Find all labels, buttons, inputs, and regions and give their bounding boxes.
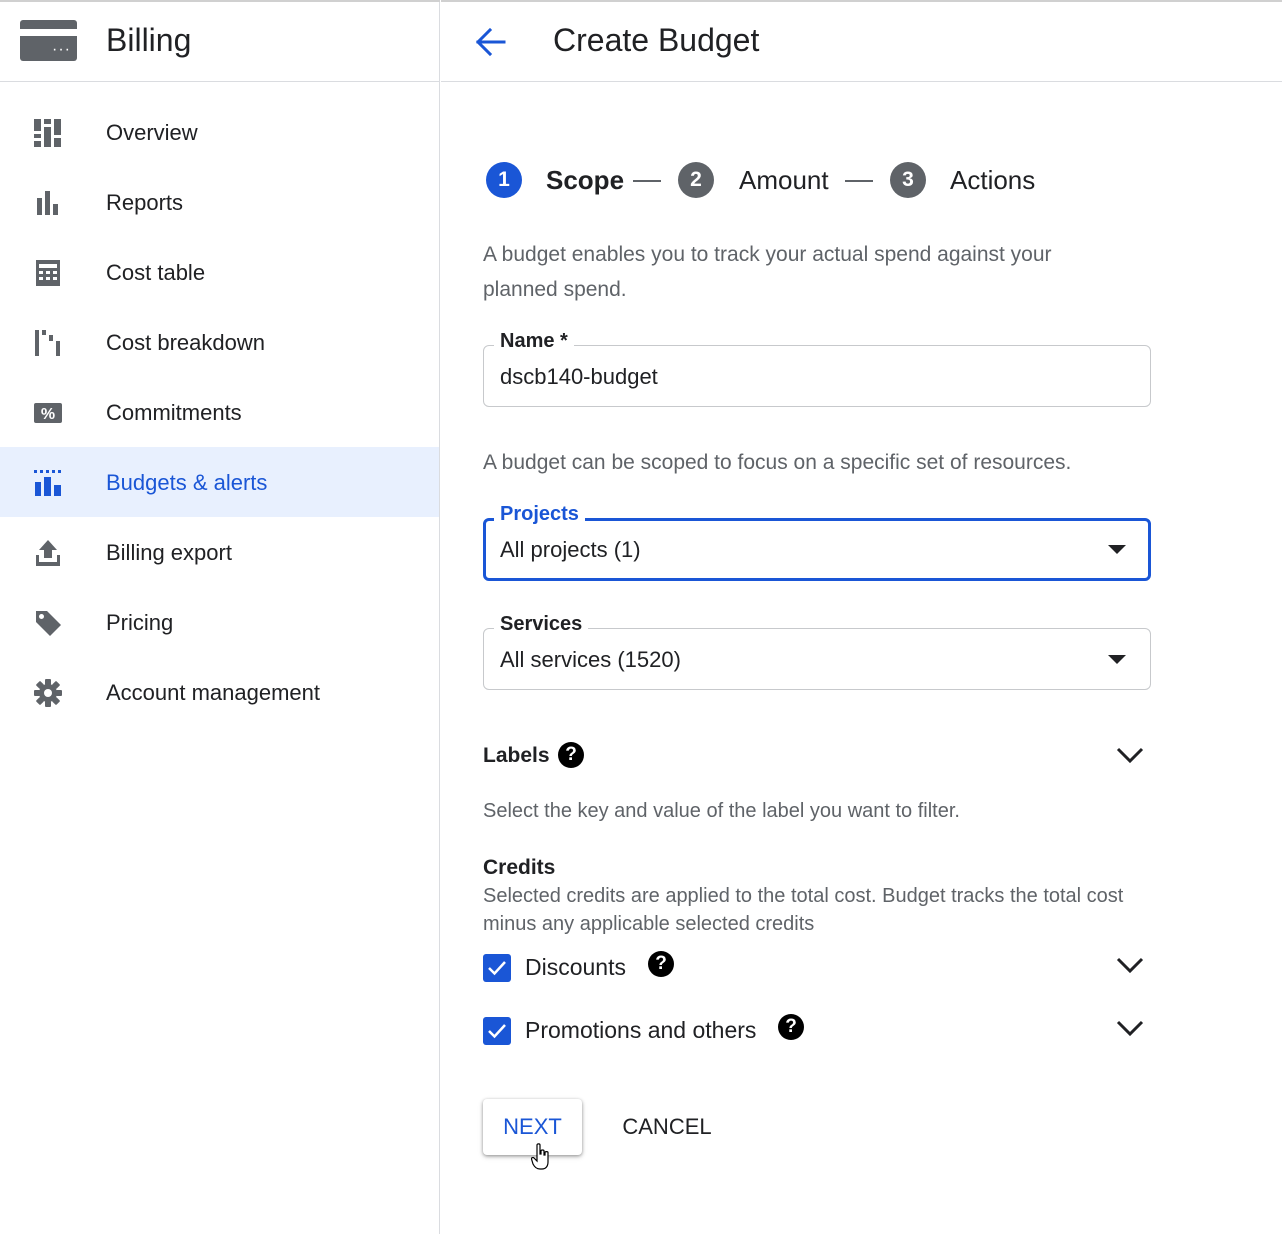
- projects-select-value: All projects (1): [500, 537, 641, 562]
- sidebar-header: ··· Billing: [0, 0, 440, 82]
- chevron-down-icon[interactable]: [1115, 955, 1145, 975]
- help-icon[interactable]: ?: [558, 742, 584, 768]
- services-select[interactable]: Services All services (1520): [483, 613, 1151, 690]
- table-icon: [33, 258, 63, 288]
- sidebar-item-label: Cost table: [106, 260, 206, 285]
- app-title: Billing: [106, 22, 192, 58]
- sidebar-item-label: Cost breakdown: [106, 330, 265, 355]
- billing-card-icon: ···: [20, 20, 77, 61]
- sidebar-item-reports[interactable]: Reports: [0, 167, 439, 237]
- step-1-indicator[interactable]: 1: [486, 162, 522, 198]
- check-icon: [488, 961, 506, 976]
- bar-chart-icon: [33, 188, 63, 218]
- step-divider: [633, 180, 661, 182]
- name-field-label: Name *: [494, 330, 574, 353]
- scope-description: A budget can be scoped to focus on a spe…: [483, 451, 1072, 474]
- discounts-label[interactable]: Discounts: [525, 954, 626, 981]
- percent-ticket-icon: %: [33, 398, 63, 428]
- sidebar-item-label: Overview: [106, 120, 198, 145]
- waterfall-chart-icon: [33, 328, 63, 358]
- step-3-indicator[interactable]: 3: [890, 162, 926, 198]
- page-title: Create Budget: [553, 22, 760, 58]
- billing-app: ··· Billing Overview Reports Cost table …: [0, 0, 1282, 1234]
- dropdown-arrow-icon: [1108, 545, 1126, 554]
- labels-description: Select the key and value of the label yo…: [483, 800, 960, 822]
- chevron-down-icon[interactable]: [1115, 745, 1145, 765]
- sidebar-nav: Overview Reports Cost table Cost breakdo…: [0, 97, 439, 727]
- credits-description: Selected credits are applied to the tota…: [483, 885, 1124, 935]
- sidebar: ··· Billing Overview Reports Cost table …: [0, 0, 440, 1234]
- sidebar-item-commitments[interactable]: % Commitments: [0, 377, 439, 447]
- page-header: Create Budget: [441, 0, 1282, 82]
- budget-intro-text: A budget enables you to track your actua…: [483, 243, 1052, 301]
- chevron-down-icon[interactable]: [1115, 1018, 1145, 1038]
- labels-heading: Labels: [483, 744, 550, 767]
- sidebar-item-cost-table[interactable]: Cost table: [0, 237, 439, 307]
- sidebar-item-label: Pricing: [106, 610, 174, 635]
- svg-text:%: %: [41, 406, 55, 423]
- check-icon: [488, 1024, 506, 1039]
- sidebar-item-label: Billing export: [106, 540, 232, 565]
- dashboard-icon: [33, 118, 63, 148]
- back-button[interactable]: [471, 22, 511, 62]
- upload-icon: [33, 538, 63, 568]
- promotions-label[interactable]: Promotions and others: [525, 1017, 756, 1044]
- gear-icon: [33, 678, 63, 708]
- step-scope-label[interactable]: Scope: [546, 165, 624, 196]
- cancel-button[interactable]: CANCEL: [610, 1099, 724, 1155]
- projects-select-label: Projects: [494, 503, 585, 526]
- sidebar-item-account-management[interactable]: Account management: [0, 657, 439, 727]
- sidebar-item-cost-breakdown[interactable]: Cost breakdown: [0, 307, 439, 377]
- step-actions-label[interactable]: Actions: [950, 165, 1035, 196]
- sidebar-item-billing-export[interactable]: Billing export: [0, 517, 439, 587]
- dropdown-arrow-icon: [1108, 655, 1126, 664]
- name-field[interactable]: Name * dscb140-budget: [483, 330, 1151, 407]
- sidebar-item-overview[interactable]: Overview: [0, 97, 439, 167]
- arrow-back-icon: [475, 27, 506, 57]
- discounts-checkbox[interactable]: [483, 954, 511, 982]
- step-2-indicator[interactable]: 2: [678, 162, 714, 198]
- help-icon[interactable]: ?: [778, 1014, 804, 1040]
- services-select-value: All services (1520): [500, 647, 681, 672]
- promotions-checkbox[interactable]: [483, 1017, 511, 1045]
- sidebar-item-label: Commitments: [106, 400, 242, 425]
- sidebar-item-label: Account management: [106, 680, 321, 705]
- help-icon[interactable]: ?: [648, 951, 674, 977]
- step-amount-label[interactable]: Amount: [739, 165, 829, 196]
- credits-heading: Credits: [483, 856, 556, 879]
- sidebar-item-pricing[interactable]: Pricing: [0, 587, 439, 657]
- sidebar-item-label: Reports: [106, 190, 184, 215]
- sidebar-item-budgets-alerts[interactable]: Budgets & alerts: [0, 447, 439, 517]
- name-input-value[interactable]: dscb140-budget: [500, 364, 658, 390]
- sidebar-item-label: Budgets & alerts: [106, 470, 268, 495]
- budget-chart-icon: [33, 468, 63, 498]
- services-select-label: Services: [494, 613, 589, 636]
- projects-select[interactable]: Projects All projects (1): [483, 503, 1151, 581]
- step-divider: [845, 180, 873, 182]
- hand-pointer-cursor-icon: [531, 1143, 549, 1170]
- tag-icon: [33, 608, 63, 638]
